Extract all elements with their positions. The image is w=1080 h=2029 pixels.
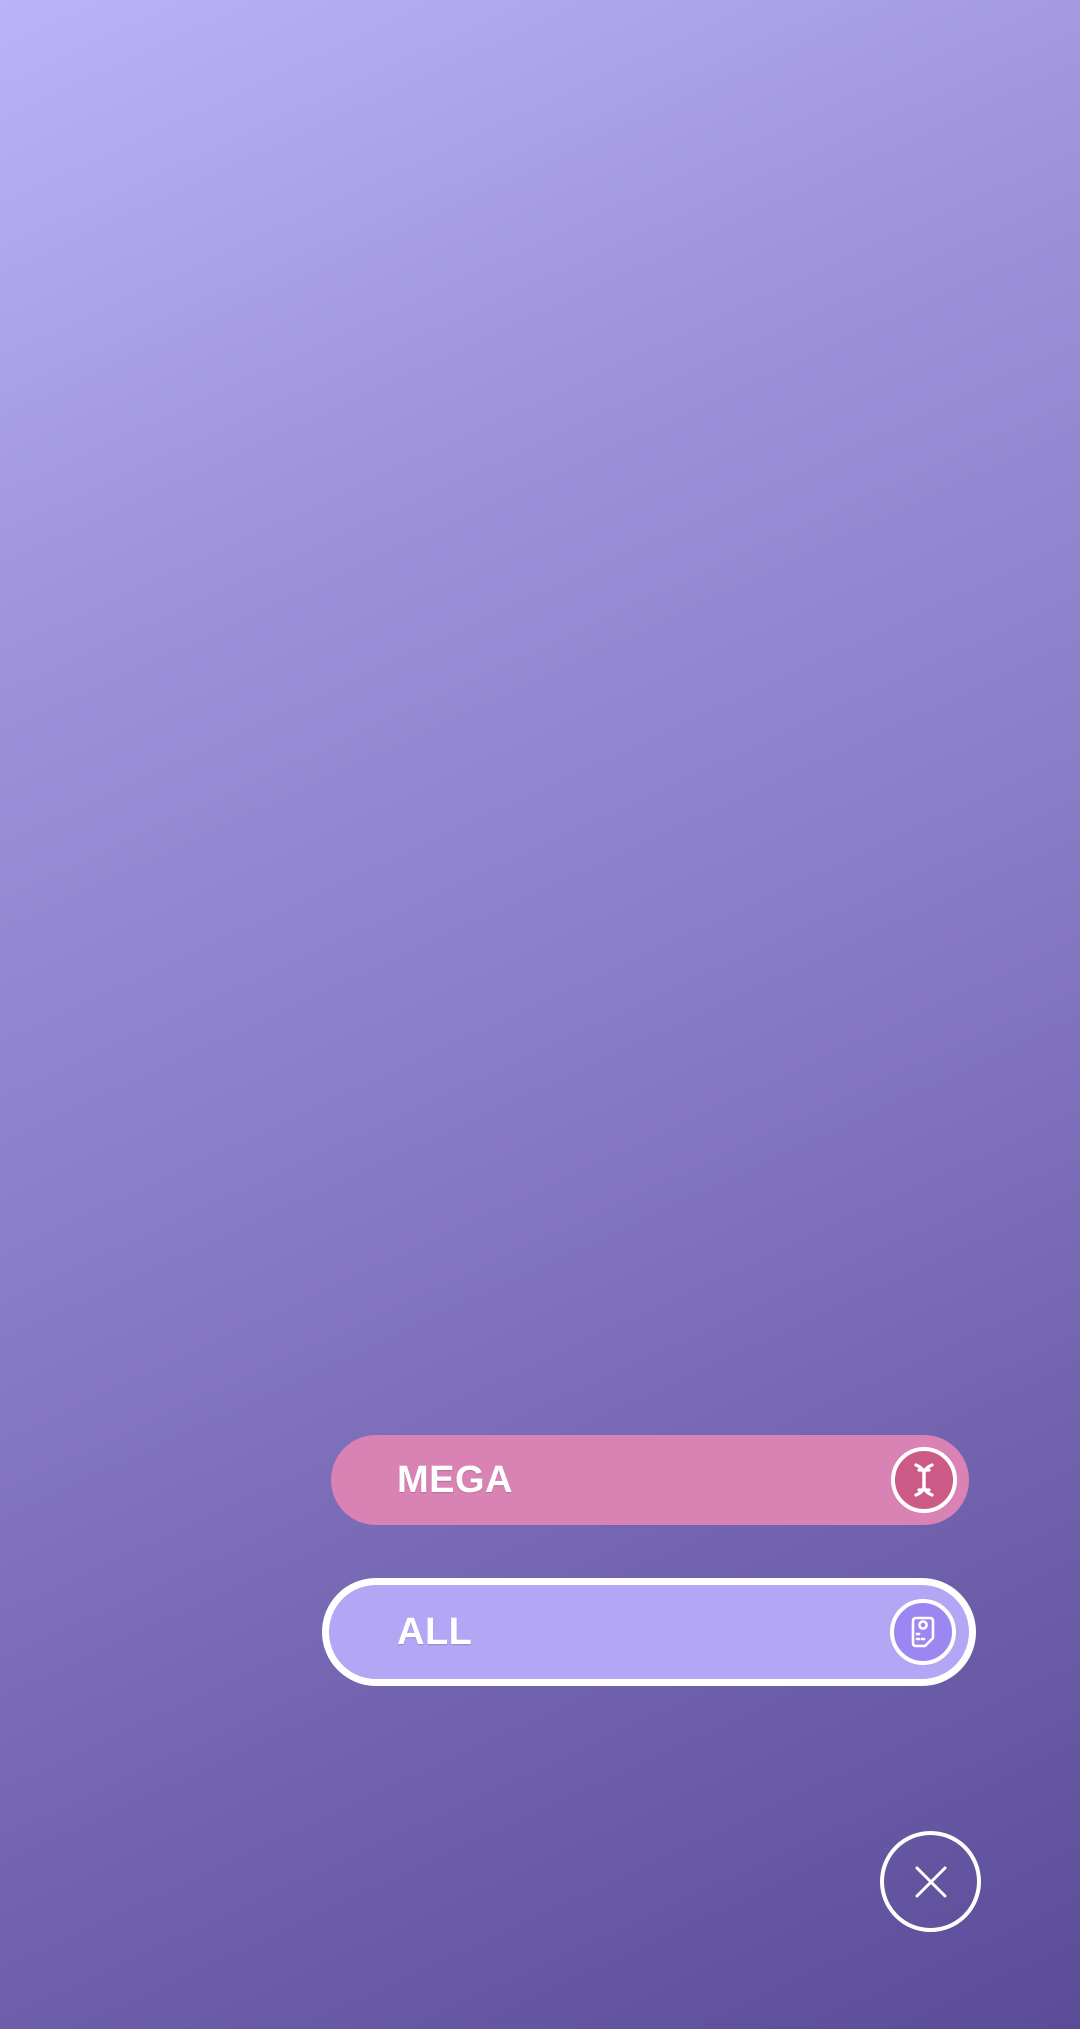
filter-mega-label: MEGA	[397, 1458, 513, 1501]
dna-helix-icon	[891, 1447, 957, 1513]
pokedex-icon	[890, 1599, 956, 1665]
filter-menu-overlay: MEGA ALL	[0, 0, 1080, 2029]
filter-all-button[interactable]: ALL	[322, 1578, 976, 1686]
close-button[interactable]	[880, 1831, 981, 1932]
filter-mega-button[interactable]: MEGA	[331, 1435, 969, 1525]
filter-all-label: ALL	[397, 1610, 473, 1653]
close-icon	[915, 1866, 946, 1897]
